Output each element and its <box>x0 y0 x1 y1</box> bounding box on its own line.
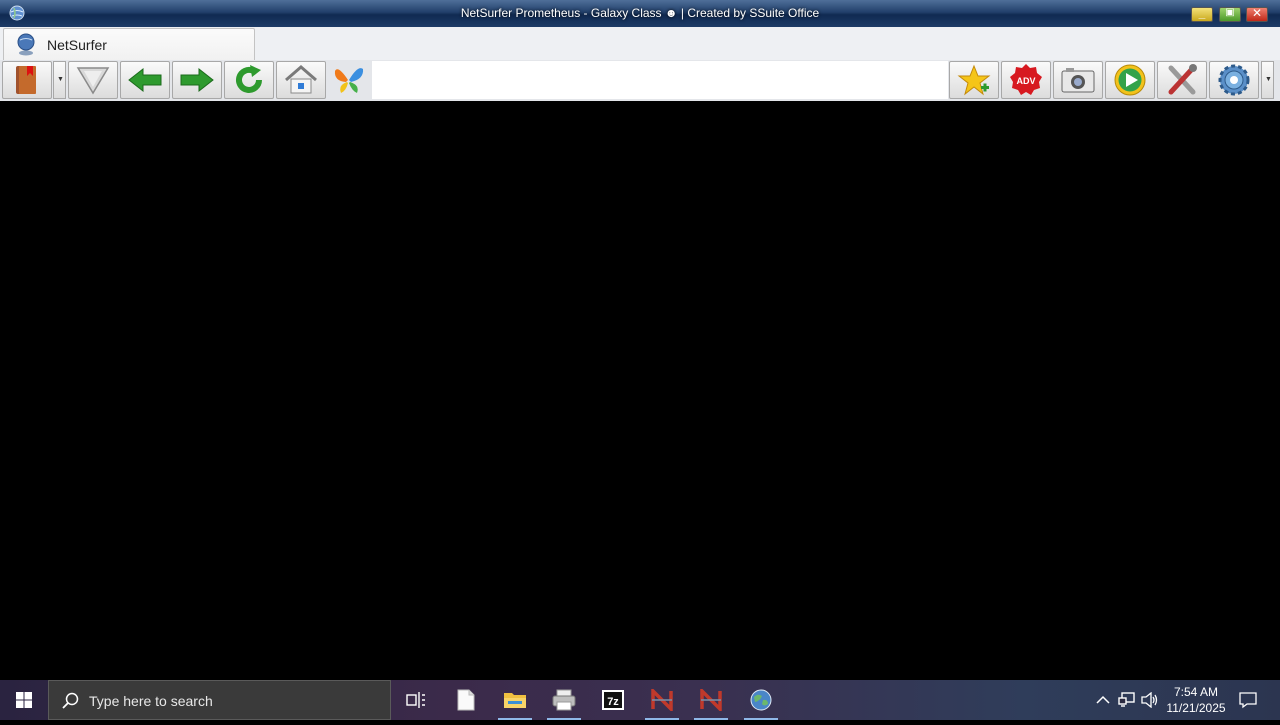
show-hidden-icons-button[interactable] <box>1094 680 1112 720</box>
forward-button[interactable] <box>172 61 222 99</box>
network-button[interactable] <box>1117 680 1137 720</box>
back-button[interactable] <box>120 61 170 99</box>
taskbar-printer[interactable] <box>544 680 584 720</box>
tools-icon <box>1168 64 1197 95</box>
minimize-icon: _ <box>1198 6 1206 20</box>
netsurfer-app-icon <box>651 689 673 711</box>
action-center-button[interactable] <box>1236 680 1260 720</box>
filter-button[interactable] <box>68 61 118 99</box>
alien-mask-icon: ☻ <box>664 6 678 20</box>
window-title-suffix: | Created by SSuite Office <box>680 6 820 20</box>
window-title-text: NetSurfer Prometheus - Galaxy Class <box>460 6 665 20</box>
butterfly-button[interactable] <box>328 61 370 99</box>
file-explorer-icon <box>504 693 526 708</box>
filter-funnel-icon <box>76 67 110 95</box>
taskbar-clock[interactable]: 7:54 AM 11/21/2025 <box>1160 684 1232 716</box>
start-button[interactable] <box>0 680 48 720</box>
taskbar-7zip[interactable]: 7z <box>593 680 633 720</box>
taskbar-netsurfer-2[interactable] <box>691 680 731 720</box>
minimize-button[interactable]: _ <box>1191 6 1213 22</box>
bookmarks-button[interactable] <box>2 61 52 99</box>
screenshot-camera-icon <box>1061 68 1095 93</box>
globe-user-icon <box>17 33 35 56</box>
clock-time: 7:54 AM <box>1173 685 1219 699</box>
back-arrow-icon <box>128 67 162 93</box>
taskbar-file-explorer[interactable] <box>495 680 535 720</box>
settings-dropdown-button[interactable]: ▼ <box>1261 61 1274 99</box>
settings-gear-icon <box>1218 64 1250 96</box>
butterfly-icon <box>334 68 364 93</box>
add-favorite-star-icon <box>957 64 991 96</box>
ad-block-button[interactable]: ADV <box>1001 61 1051 99</box>
close-button[interactable]: ✕ <box>1246 6 1268 22</box>
globe-browser-icon <box>750 689 772 711</box>
window-title: NetSurfer Prometheus - Galaxy Class ☻ | … <box>0 6 1280 20</box>
play-button[interactable] <box>1105 61 1155 99</box>
refresh-button[interactable] <box>224 61 274 99</box>
printer-icon <box>552 689 576 711</box>
maximize-button[interactable]: ▣ <box>1219 7 1241 22</box>
chevron-down-icon: ▼ <box>57 76 64 83</box>
chevron-down-icon: ▼ <box>1265 76 1272 83</box>
taskbar-netsurfer-1[interactable] <box>642 680 682 720</box>
home-button[interactable] <box>276 61 326 99</box>
notification-icon <box>1239 692 1257 709</box>
search-placeholder: Type here to search <box>89 693 213 709</box>
volume-icon <box>1141 692 1158 708</box>
add-favorite-button[interactable] <box>949 61 999 99</box>
windows-logo-icon <box>16 692 32 708</box>
volume-button[interactable] <box>1140 680 1160 720</box>
close-icon: ✕ <box>1251 6 1263 20</box>
taskbar: Type here to search 7z 7:54 AM 11/21/202… <box>0 680 1280 720</box>
netsurfer-app-icon-2 <box>700 689 722 711</box>
svg-text:ADV: ADV <box>1016 76 1035 86</box>
tab-netsurfer[interactable]: NetSurfer <box>3 28 255 60</box>
toolbar: ▼ ADV ▼ <box>0 60 1280 101</box>
ad-block-icon: ADV <box>1010 64 1042 95</box>
search-icon <box>62 692 79 709</box>
screenshot-button[interactable] <box>1053 61 1103 99</box>
tab-strip: NetSurfer <box>0 27 1280 61</box>
home-icon <box>285 65 317 94</box>
settings-button[interactable] <box>1209 61 1259 99</box>
network-icon <box>1118 692 1135 707</box>
task-view-icon <box>406 692 425 708</box>
tools-button[interactable] <box>1157 61 1207 99</box>
chevron-up-icon <box>1096 695 1110 704</box>
refresh-icon <box>236 65 262 93</box>
forward-arrow-icon <box>180 67 214 93</box>
taskbar-globe-browser[interactable] <box>741 680 781 720</box>
7zip-icon: 7z <box>602 690 624 710</box>
browser-content-area[interactable] <box>0 101 1280 680</box>
address-bar[interactable] <box>372 61 948 99</box>
task-view-button[interactable] <box>396 680 436 720</box>
svg-text:7z: 7z <box>607 696 619 708</box>
notepad-icon <box>457 689 475 711</box>
taskbar-search-box[interactable]: Type here to search <box>48 680 391 720</box>
bookmarks-dropdown-button[interactable]: ▼ <box>53 61 66 99</box>
media-play-icon <box>1114 64 1146 96</box>
taskbar-notepad[interactable] <box>446 680 486 720</box>
bookmarks-book-icon <box>16 66 36 94</box>
maximize-icon: ▣ <box>1225 7 1235 18</box>
clock-date: 11/21/2025 <box>1166 701 1226 715</box>
tab-label: NetSurfer <box>47 37 107 53</box>
title-bar: NetSurfer Prometheus - Galaxy Class ☻ | … <box>0 0 1280 27</box>
